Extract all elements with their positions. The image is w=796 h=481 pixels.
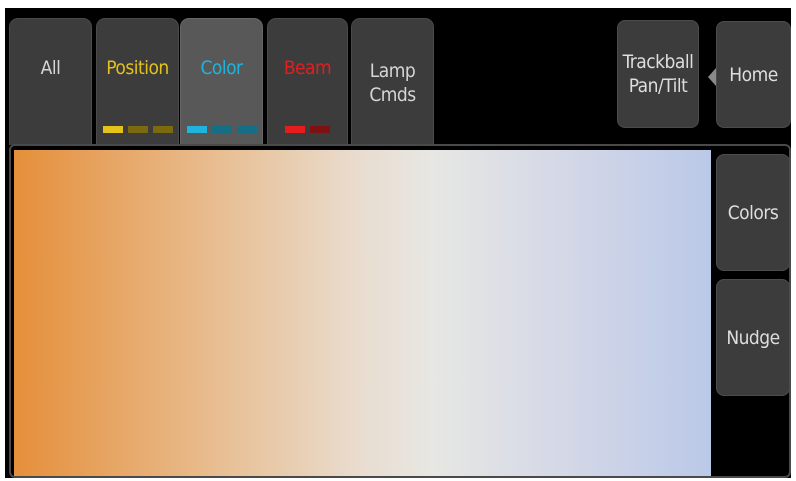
color-gradient-picker[interactable] [14,150,711,476]
indicator-1 [102,126,123,133]
colors-button[interactable]: Colors [716,154,790,271]
tab-indicators [181,126,262,133]
colors-label: Colors [727,201,779,224]
home-label: Home [729,63,778,86]
screen: All Position Color Beam Lamp Cmds Trackb… [5,8,791,478]
indicator-3 [236,126,257,133]
tab-label: Position [106,57,169,79]
indicator-3 [152,126,173,133]
pointer-arrow-icon [708,68,716,86]
tab-lamp-cmds[interactable]: Lamp Cmds [351,18,434,145]
trackball-label-line1: Trackball [622,51,694,73]
indicator-2 [127,126,148,133]
tab-label: Color [200,57,243,79]
indicator-1 [285,126,305,133]
tab-color[interactable]: Color [180,18,263,145]
tab-indicators [97,126,178,133]
nudge-button[interactable]: Nudge [716,279,790,396]
indicator-1 [186,126,207,133]
trackball-label-line2: Pan/Tilt [628,75,688,97]
tab-label: Beam [283,57,332,79]
tab-label-line1: Lamp [369,60,416,82]
tab-all[interactable]: All [9,18,92,145]
trackball-pan-tilt-button[interactable]: Trackball Pan/Tilt [617,20,699,128]
nudge-label: Nudge [726,326,780,349]
tab-label: Lamp Cmds [352,59,433,107]
tab-label: All [40,57,61,79]
home-button[interactable]: Home [716,21,791,128]
indicator-2 [310,126,330,133]
tab-label-line2: Cmds [369,84,416,106]
indicator-2 [211,126,232,133]
tab-indicators [268,126,347,133]
tab-beam[interactable]: Beam [267,18,348,145]
tab-position[interactable]: Position [96,18,179,145]
